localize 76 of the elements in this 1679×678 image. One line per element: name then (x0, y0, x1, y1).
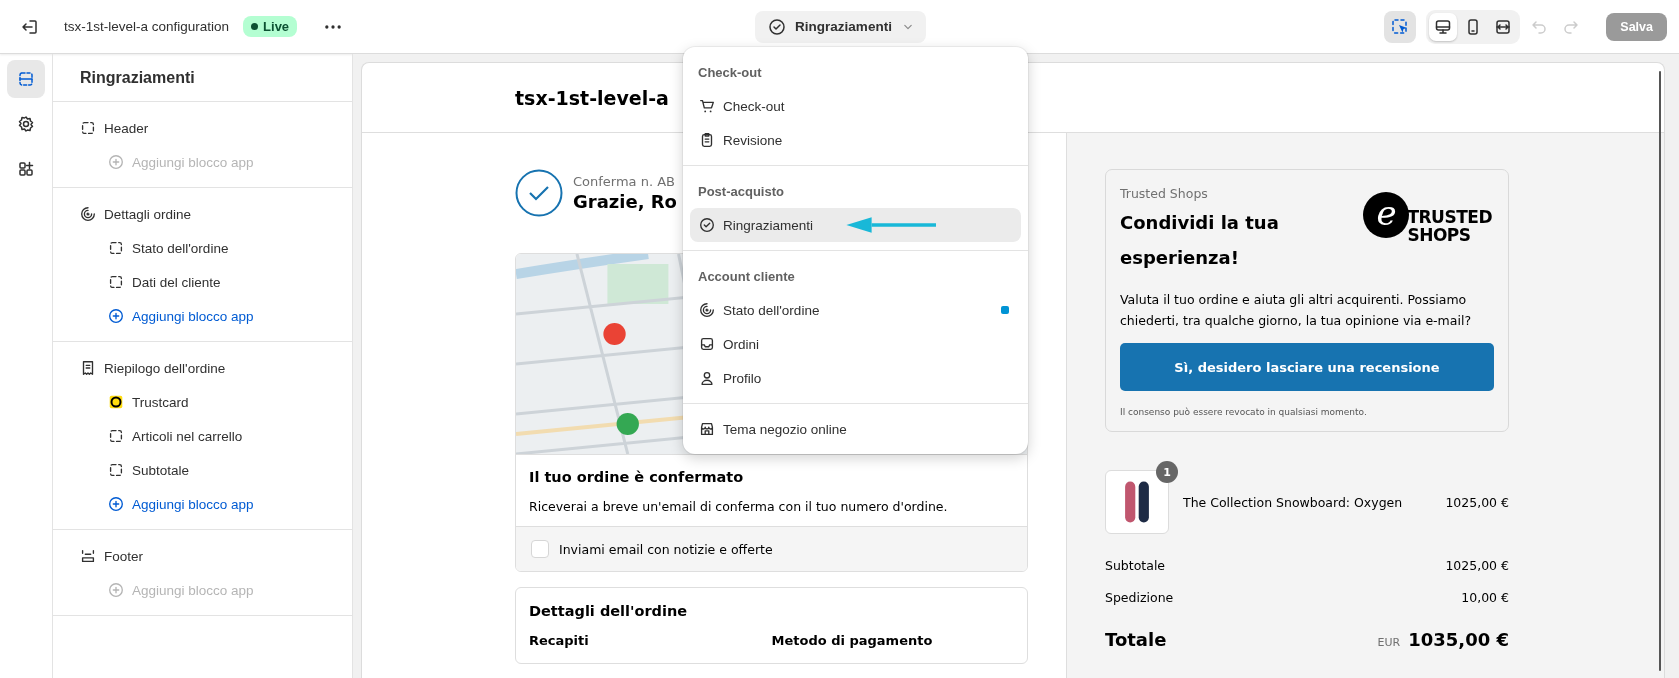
card-title: Dettagli dell'ordine (529, 603, 689, 619)
column-heading: Recapiti (529, 633, 590, 648)
card-text: Riceverai a breve un'email di conferma con il tuo numero d'ordine. (529, 499, 949, 514)
column-heading: Metodo di pagamento (771, 633, 934, 648)
checkbox-label: Inviami email con notizie e offerte (559, 541, 773, 557)
view-button[interactable] (1429, 12, 1458, 41)
settings-icon (16, 114, 36, 134)
status-badge: Live (243, 16, 298, 37)
dashed-square-icon (107, 427, 125, 445)
plus-circle-icon (107, 307, 125, 325)
dashed-square-icon (107, 461, 125, 479)
store-icon (698, 420, 716, 438)
review-button[interactable]: Sì, desidero lasciare una recensione (1120, 343, 1494, 391)
plus-circle-icon (107, 495, 125, 513)
menu-group-title: Check-out (697, 63, 763, 82)
menu-group-title: Account cliente (697, 267, 796, 286)
summary-label: Spedizione (1105, 590, 1174, 605)
person-icon (698, 369, 716, 387)
quantity-badge: 1 (1156, 461, 1178, 483)
dashed-square-icon (107, 239, 125, 257)
total-amount: 1035,00 € (1408, 629, 1509, 650)
check-circle-icon (698, 216, 716, 234)
add-block-button[interactable]: Aggiungi blocco app (53, 299, 352, 333)
total-label: Totale (1105, 629, 1167, 650)
newsletter-checkbox[interactable] (531, 540, 549, 558)
summary-value: 10,00 € (1461, 590, 1509, 605)
block-item[interactable]: Trustcard (53, 385, 352, 419)
footer-layout-icon (79, 547, 97, 565)
provider-name: Trusted Shops (1120, 186, 1209, 201)
block-item[interactable]: Articoli nel carrello (53, 419, 352, 453)
review-title: Condividi la tua esperienza! (1120, 211, 1280, 270)
cart-icon (698, 97, 716, 115)
page-selector[interactable]: Ringraziamenti (755, 10, 926, 43)
block-item[interactable]: Stato dell'ordine (53, 231, 352, 265)
check-circle-icon (515, 169, 563, 217)
card-title: Il tuo ordine è confermato (529, 469, 745, 485)
dashed-square-icon (79, 119, 97, 137)
menu-item[interactable]: Tema negozio online (690, 412, 1021, 446)
menu-group-title: Post-acquisto (697, 182, 785, 201)
block-item[interactable]: Dati del cliente (53, 265, 352, 299)
summary-label: Subtotale (1105, 558, 1166, 573)
confirmation-number: Conferma n. AB (573, 174, 677, 189)
section-item[interactable]: Riepilogo dell'ordine (53, 351, 352, 385)
inbox-icon (698, 335, 716, 353)
menu-item[interactable]: Check-out (690, 89, 1021, 123)
menu-item[interactable]: Revisione (690, 123, 1021, 157)
menu-item[interactable]: Ringraziamenti (690, 208, 1021, 242)
greeting: Grazie, Ro (573, 191, 677, 212)
spiral-icon (79, 205, 97, 223)
block-item[interactable]: Subtotale (53, 453, 352, 487)
add-block-button[interactable]: Aggiungi blocco app (53, 487, 352, 521)
check-circle-icon (767, 16, 788, 37)
menu-item[interactable]: Profilo (690, 361, 1021, 395)
more-icon (325, 24, 342, 29)
review-text: Valuta il tuo ordine e aiuta gli altri acquirenti. Possiamo chiederti, tra qualche giorno, la tua opinione via e-mail? (1120, 291, 1473, 330)
store-name: tsx-1st-level-a (515, 86, 669, 109)
spiral-icon (698, 301, 716, 319)
summary-value: 1025,00 € (1445, 558, 1509, 573)
config-title: tsx-1st-level-a configuration (64, 19, 230, 34)
menu-item[interactable]: Stato dell'ordine (690, 293, 1021, 327)
sections-icon (16, 69, 36, 89)
product-name: The Collection Snowboard: Oxygen (1183, 494, 1404, 510)
sidebar-title: Ringraziamenti (53, 54, 352, 102)
currency-code: EUR (1377, 636, 1401, 649)
inspector-button[interactable] (1384, 10, 1417, 43)
product-price: 1025,00 € (1445, 494, 1509, 510)
app-logo-icon (107, 393, 125, 411)
dashed-square-icon (107, 273, 125, 291)
apps-icon (16, 159, 36, 179)
section-item[interactable]: Header (53, 111, 352, 145)
consent-note: Il consenso può essere revocato in qualsiasi momento. (1120, 407, 1368, 417)
section-item[interactable]: Footer (53, 539, 352, 573)
section-item[interactable]: Dettagli ordine (53, 197, 352, 231)
plus-circle-icon (107, 581, 125, 599)
plus-circle-icon (107, 153, 125, 171)
menu-item[interactable]: Ordini (690, 327, 1021, 361)
